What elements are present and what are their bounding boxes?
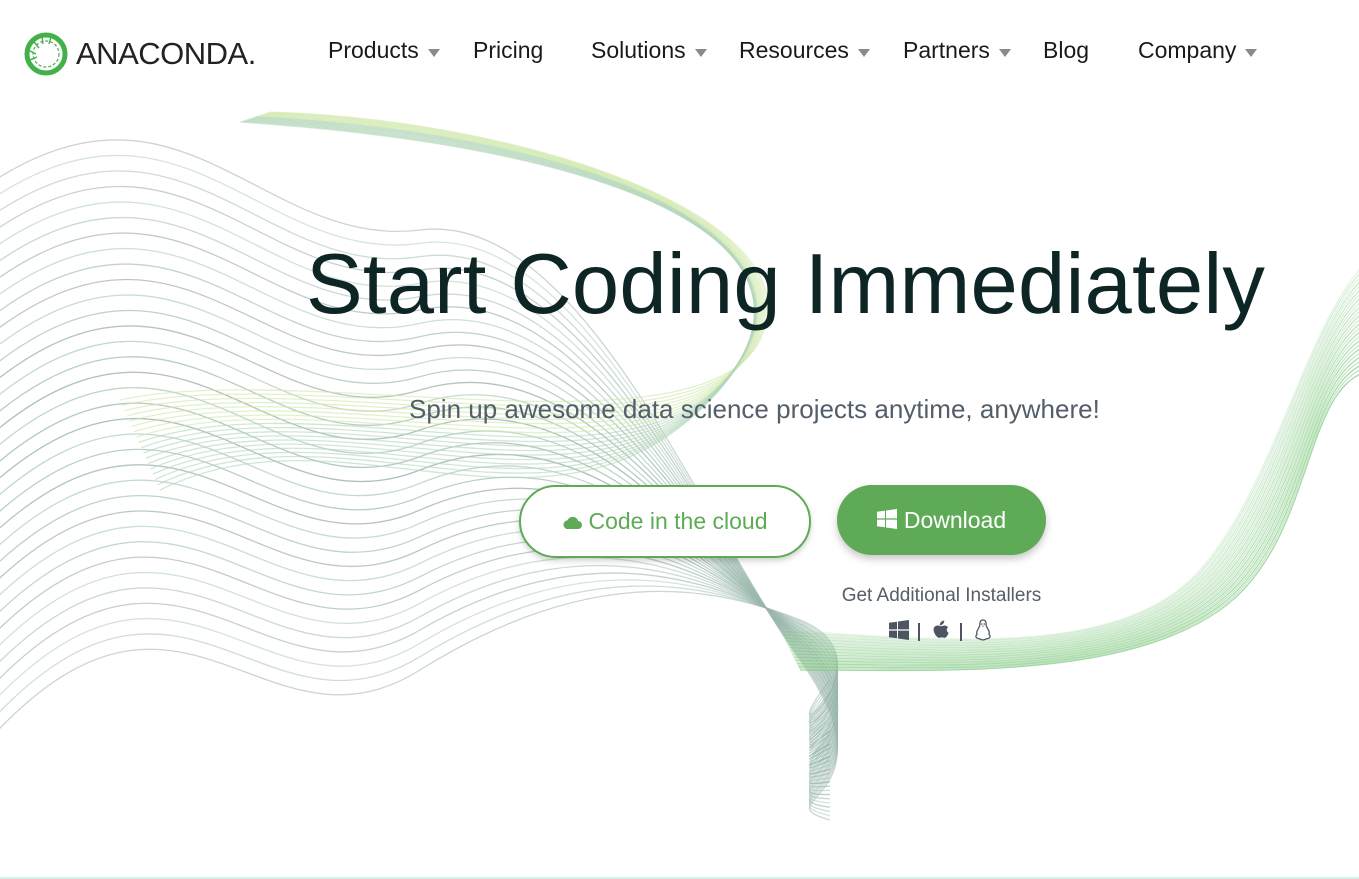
wave-line: [0, 556, 838, 729]
nav-partners[interactable]: Partners: [903, 36, 1011, 64]
nav-blog-label: Blog: [1043, 36, 1090, 63]
linux-installer-link[interactable]: [973, 619, 993, 641]
nav-resources-label: Resources: [739, 36, 849, 63]
caret-down-icon: [694, 49, 707, 57]
cloud-icon: [563, 516, 583, 529]
nav-solutions[interactable]: Solutions: [591, 36, 707, 64]
nav-products[interactable]: Products: [328, 36, 440, 64]
additional-installers-label: Get Additional Installers: [841, 585, 1042, 606]
linux-icon: [975, 619, 991, 641]
separator: [918, 623, 920, 641]
installer-platform-links: [889, 617, 993, 643]
caret-down-icon: [427, 49, 440, 57]
nav-company-label: Company: [1138, 36, 1237, 63]
anaconda-logo-link[interactable]: ANACONDA.: [22, 30, 256, 78]
windows-icon: [876, 509, 897, 529]
code-in-cloud-label: Code in the cloud: [588, 508, 768, 534]
brand-dot: .: [247, 36, 257, 71]
caret-down-icon: [998, 49, 1011, 57]
page: ANACONDA. Products Pricing Solutions Res…: [0, 0, 1359, 879]
nav-resources[interactable]: Resources: [739, 36, 870, 64]
download-button[interactable]: Download: [837, 485, 1046, 555]
site-header: ANACONDA. Products Pricing Solutions Res…: [0, 0, 1359, 100]
anaconda-ring-icon: [24, 32, 68, 76]
nav-company[interactable]: Company: [1138, 36, 1258, 64]
brand-name: ANACONDA: [76, 36, 248, 71]
nav-solutions-label: Solutions: [591, 36, 686, 63]
hero-subtitle: Spin up awesome data science projects an…: [409, 394, 1100, 424]
windows-installer-link[interactable]: [889, 619, 909, 641]
wave-line: [0, 564, 838, 727]
nav-pricing-label: Pricing: [473, 36, 544, 63]
windows-icon: [889, 620, 909, 640]
nav-blog[interactable]: Blog: [1043, 36, 1089, 64]
brand-wordmark: ANACONDA.: [76, 36, 256, 72]
wave-line: [0, 590, 838, 730]
separator: [960, 623, 962, 641]
caret-down-icon: [1245, 49, 1258, 57]
download-label: Download: [903, 506, 1007, 533]
nav-pricing[interactable]: Pricing: [473, 36, 543, 64]
wave-line: [0, 579, 838, 721]
apple-icon: [933, 620, 949, 638]
mac-installer-link[interactable]: [931, 619, 951, 641]
wave-line: [0, 585, 838, 718]
code-in-cloud-button[interactable]: Code in the cloud: [519, 485, 811, 558]
caret-down-icon: [857, 49, 870, 57]
nav-products-label: Products: [328, 36, 419, 63]
nav-partners-label: Partners: [903, 36, 990, 63]
hero-title: Start Coding Immediately: [306, 237, 1266, 332]
